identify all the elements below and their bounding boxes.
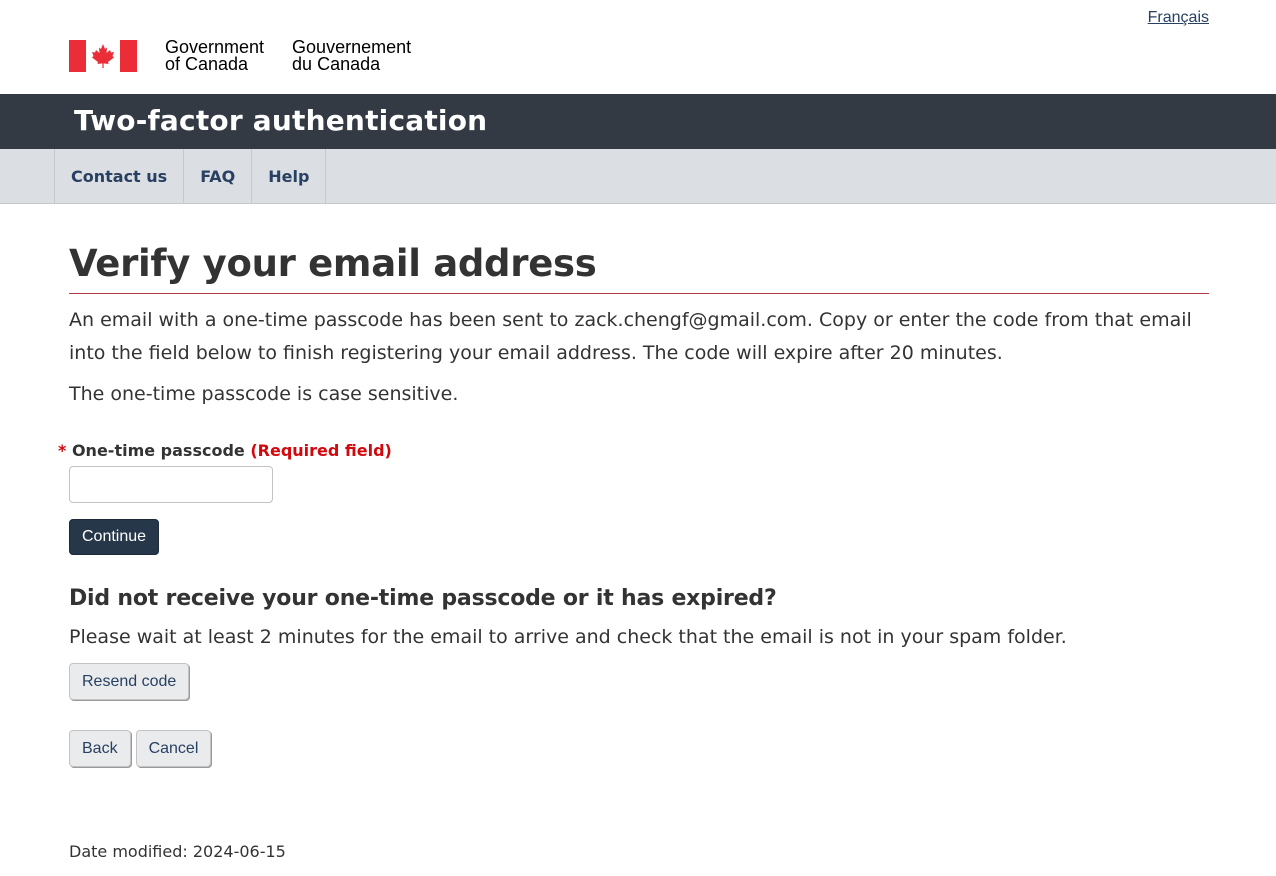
page-title: Verify your email address	[69, 242, 1209, 294]
canada-flag-icon	[69, 40, 137, 72]
resend-code-button[interactable]: Resend code	[69, 663, 190, 700]
date-modified-label: Date modified:	[69, 842, 188, 861]
date-modified-value: 2024-06-15	[192, 842, 286, 861]
nav-bar: Contact us FAQ Help	[0, 149, 1276, 204]
continue-button[interactable]: Continue	[69, 519, 160, 555]
passcode-label-text: One-time passcode	[71, 441, 245, 460]
back-button[interactable]: Back	[69, 730, 131, 767]
cancel-button[interactable]: Cancel	[135, 730, 212, 767]
passcode-label: * One-time passcode (Required field)	[58, 441, 1209, 460]
main-content: Verify your email address An email with …	[58, 204, 1209, 767]
resend-instructions: Please wait at least 2 minutes for the e…	[69, 626, 1067, 648]
passcode-input[interactable]	[69, 466, 273, 503]
nav-menu: Contact us FAQ Help	[54, 149, 327, 203]
required-asterisk: *	[58, 441, 67, 460]
language-toggle-link[interactable]: Français	[1148, 9, 1209, 27]
instructions-text: An email with a one-time passcode has be…	[69, 309, 1192, 364]
wordmark: Government of Canada Gouvernement du Can…	[165, 38, 411, 74]
site-title-bar: Two-factor authentication	[0, 94, 1276, 149]
wordmark-en-line2: of Canada	[165, 54, 249, 74]
date-modified: Date modified: 2024-06-15	[69, 842, 286, 861]
government-of-canada-logo[interactable]: Government of Canada Gouvernement du Can…	[69, 38, 411, 74]
maple-leaf-icon	[92, 44, 114, 68]
nav-item-contact-us[interactable]: Contact us	[55, 149, 185, 203]
nav-item-faq[interactable]: FAQ	[184, 149, 253, 203]
resend-heading: Did not receive your one-time passcode o…	[69, 586, 777, 611]
site-title[interactable]: Two-factor authentication	[74, 104, 487, 137]
required-field-text: (Required field)	[250, 441, 392, 460]
case-sensitive-note: The one-time passcode is case sensitive.	[69, 383, 459, 405]
nav-item-help[interactable]: Help	[252, 149, 327, 203]
wordmark-fr-line2: du Canada	[292, 54, 381, 74]
